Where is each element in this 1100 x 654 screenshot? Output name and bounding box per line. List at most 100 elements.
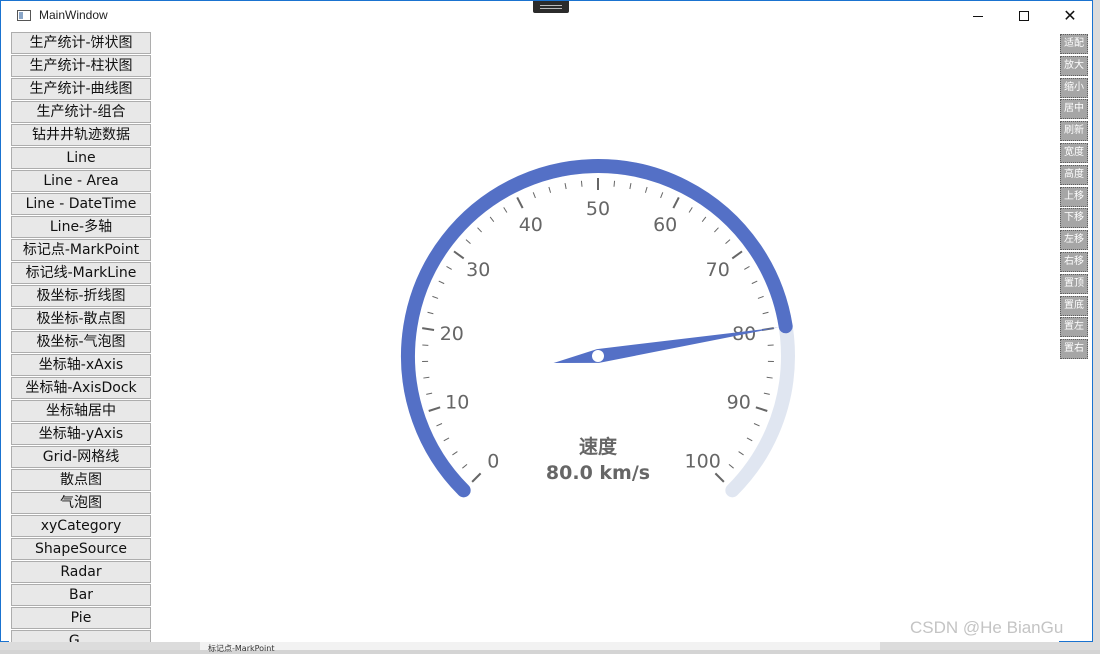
gauge-minor-tick	[614, 181, 615, 187]
gauge-minor-tick	[549, 187, 551, 193]
gauge-minor-tick	[645, 187, 647, 193]
gauge-minor-tick	[447, 266, 452, 269]
background-window-label: 标记点-MarkPoint	[208, 643, 274, 654]
close-button[interactable]: ✕	[1047, 1, 1093, 31]
gauge-minor-tick	[752, 281, 757, 284]
snap-layout-handle-icon[interactable]	[533, 1, 569, 13]
gauge-minor-tick	[439, 281, 444, 284]
minimize-button[interactable]	[955, 1, 1001, 31]
sidebar-button[interactable]: xyCategory	[11, 515, 151, 537]
gauge-pointer	[554, 327, 779, 363]
gauge-tick-label: 100	[685, 451, 721, 473]
gauge-minor-tick	[466, 240, 471, 244]
gauge-minor-tick	[428, 312, 434, 313]
gauge-minor-tick	[630, 183, 631, 189]
gauge-minor-tick	[744, 266, 749, 269]
sidebar-button[interactable]: 生产统计-饼状图	[11, 32, 151, 54]
gauge-title: 速度	[579, 435, 618, 458]
gauge-minor-tick	[729, 464, 734, 468]
gauge-minor-tick	[426, 393, 432, 394]
sidebar-button[interactable]: 坐标轴-yAxis	[11, 423, 151, 445]
gauge-minor-tick	[767, 377, 773, 378]
title-bar[interactable]: MainWindow ✕	[1, 1, 1092, 31]
toolbar-button[interactable]: 置右	[1060, 339, 1088, 359]
sidebar-button[interactable]: 坐标轴-xAxis	[11, 354, 151, 376]
sidebar-button[interactable]: 钻井井轨迹数据	[11, 124, 151, 146]
sidebar-button[interactable]: Line - Area	[11, 170, 151, 192]
gauge-tick-label: 60	[653, 214, 677, 236]
sidebar-button[interactable]: 极坐标-气泡图	[11, 331, 151, 353]
app-window-icon	[17, 10, 31, 21]
toolbar-button[interactable]: 下移	[1060, 208, 1088, 228]
sidebar-button[interactable]: 坐标轴居中	[11, 400, 151, 422]
gauge-minor-tick	[747, 438, 752, 441]
sidebar-button[interactable]: Bar	[11, 584, 151, 606]
gauge-minor-tick	[490, 217, 494, 222]
gauge-minor-tick	[444, 438, 449, 441]
sidebar-button[interactable]: 极坐标-散点图	[11, 308, 151, 330]
sidebar-button[interactable]: Pie	[11, 607, 151, 629]
toolbar-button[interactable]: 高度	[1060, 165, 1088, 185]
toolbar-button[interactable]: 置顶	[1060, 274, 1088, 294]
gauge-minor-tick	[432, 296, 438, 298]
sidebar-button[interactable]: Line - DateTime	[11, 193, 151, 215]
sidebar-button[interactable]: 标记点-MarkPoint	[11, 239, 151, 261]
gauge-pointer-hub	[592, 350, 604, 362]
gauge-minor-tick	[754, 424, 760, 426]
toolbar-button[interactable]: 左移	[1060, 230, 1088, 250]
gauge-minor-tick	[764, 393, 770, 394]
minimize-icon	[973, 16, 983, 17]
toolbar-button[interactable]: 右移	[1060, 252, 1088, 272]
gauge-minor-tick	[436, 424, 442, 426]
gauge-tick-label: 50	[586, 198, 610, 220]
toolbar-button[interactable]: 放大	[1060, 56, 1088, 76]
gauge-minor-tick	[452, 452, 457, 455]
gauge-minor-tick	[714, 228, 718, 232]
sidebar-button[interactable]: 生产统计-柱状图	[11, 55, 151, 77]
toolbar-button[interactable]: 上移	[1060, 187, 1088, 207]
sidebar-button[interactable]: 生产统计-组合	[11, 101, 151, 123]
gauge-minor-tick	[478, 228, 482, 232]
sidebar-button[interactable]: 标记线-MarkLine	[11, 262, 151, 284]
toolbar-button[interactable]: 缩小	[1060, 78, 1088, 98]
sidebar-button[interactable]: 散点图	[11, 469, 151, 491]
maximize-button[interactable]	[1001, 1, 1047, 31]
toolbar-button[interactable]: 适配	[1060, 34, 1088, 54]
gauge-chart: 0102030405060708090100速度80.0 km/s	[151, 32, 1059, 642]
sidebar-button[interactable]: 气泡图	[11, 492, 151, 514]
gauge-tick-label: 70	[706, 259, 730, 281]
sidebar-button[interactable]: 生产统计-曲线图	[11, 78, 151, 100]
sidebar-button[interactable]: Radar	[11, 561, 151, 583]
toolbar-button[interactable]: 宽度	[1060, 143, 1088, 163]
gauge-major-tick	[422, 328, 434, 330]
sidebar-button[interactable]: Grid-网格线	[11, 446, 151, 468]
toolbar-button[interactable]: 置底	[1060, 296, 1088, 316]
sidebar-button[interactable]: ShapeSource	[11, 538, 151, 560]
gauge-minor-tick	[423, 377, 429, 378]
chart-canvas: 0102030405060708090100速度80.0 km/s	[151, 32, 1059, 642]
toolbar-button[interactable]: 居中	[1060, 99, 1088, 119]
sidebar-button[interactable]: 坐标轴-AxisDock	[11, 377, 151, 399]
close-icon: ✕	[1063, 8, 1076, 24]
gauge-major-tick	[472, 473, 480, 481]
sidebar-button[interactable]: G...	[11, 630, 151, 642]
gauge-tick-label: 40	[519, 214, 543, 236]
gauge-minor-tick	[504, 207, 507, 212]
gauge-minor-tick	[689, 207, 692, 212]
sidebar-button[interactable]: 极坐标-折线图	[11, 285, 151, 307]
gauge-minor-tick	[581, 181, 582, 187]
toolbar-button[interactable]: 刷新	[1060, 121, 1088, 141]
watermark-text: CSDN @He BianGu	[910, 618, 1063, 638]
gauge-major-tick	[732, 251, 742, 258]
gauge-minor-tick	[565, 183, 566, 189]
gauge-tick-label: 30	[466, 259, 490, 281]
gauge-minor-tick	[661, 192, 663, 198]
toolbar-button[interactable]: 置左	[1060, 317, 1088, 337]
gauge-tick-label: 10	[445, 392, 469, 414]
gauge-tick-label: 20	[440, 323, 464, 345]
sidebar-button[interactable]: Line-多轴	[11, 216, 151, 238]
gauge-major-tick	[429, 407, 440, 411]
sidebar-button[interactable]: Line	[11, 147, 151, 169]
gauge-minor-tick	[462, 464, 467, 468]
main-window: MainWindow ✕ 生产统计-饼状图生产统计-柱状图生产统计-曲线图生产统…	[0, 0, 1093, 642]
